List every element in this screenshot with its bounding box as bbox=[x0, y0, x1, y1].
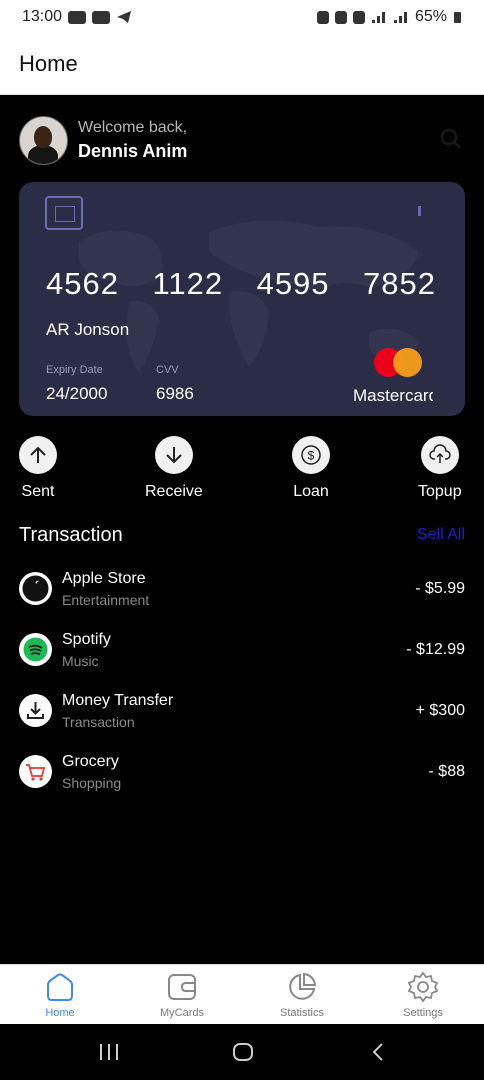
transaction-amount: - $5.99 bbox=[415, 580, 465, 597]
nav-label: Settings bbox=[403, 1007, 443, 1019]
cvv-value: 6986 bbox=[156, 384, 194, 403]
card-network-name: Mastercard bbox=[353, 386, 433, 405]
card-number-group: 7852 bbox=[363, 266, 436, 301]
bottom-navigation: Home MyCards Statistics Settings bbox=[0, 964, 484, 1025]
gear-icon bbox=[407, 971, 439, 1003]
shopping-cart-icon bbox=[19, 755, 52, 788]
home-button-icon[interactable] bbox=[232, 1042, 254, 1062]
transaction-item[interactable]: Money Transfer Transaction + $300 bbox=[0, 690, 484, 751]
quick-actions: Sent Receive $ Loan Topup bbox=[0, 436, 484, 506]
telegram-notification-icon bbox=[117, 11, 132, 23]
nav-label: MyCards bbox=[159, 1007, 204, 1019]
mastercard-logo-icon bbox=[374, 348, 424, 378]
transaction-title: Money Transfer bbox=[62, 692, 174, 709]
cvv-label: CVV bbox=[156, 364, 179, 376]
topup-button[interactable]: Topup bbox=[418, 436, 462, 501]
action-label: Loan bbox=[293, 483, 329, 500]
spotify-icon bbox=[19, 633, 52, 666]
dollar-coin-icon: $ bbox=[301, 445, 321, 465]
battery-percent: 65% bbox=[414, 8, 447, 25]
transaction-title: Spotify bbox=[62, 631, 111, 648]
nav-mycards[interactable]: MyCards bbox=[137, 971, 227, 1019]
card-number-group: 1122 bbox=[152, 266, 224, 301]
signal-icon bbox=[371, 12, 385, 23]
card-number-group: 4562 bbox=[46, 266, 119, 301]
transaction-category: Shopping bbox=[62, 775, 122, 791]
transaction-amount: - $12.99 bbox=[406, 641, 465, 658]
nav-label: Statistics bbox=[279, 1007, 324, 1019]
transaction-title: Grocery bbox=[62, 753, 119, 770]
see-all-link[interactable]: Sell All bbox=[417, 526, 465, 544]
transaction-item[interactable]: Apple Store Entertainment - $5.99 bbox=[0, 568, 484, 629]
hotspot-icon bbox=[352, 10, 365, 24]
recent-apps-icon[interactable] bbox=[98, 1042, 120, 1062]
arrow-up-icon bbox=[30, 446, 46, 463]
user-name: Dennis Anim bbox=[78, 141, 188, 161]
cloud-upload-icon bbox=[429, 444, 451, 463]
status-time: 13:00 bbox=[22, 8, 63, 25]
card-holder-name: AR Jonson bbox=[46, 320, 130, 339]
app-bar: Home bbox=[0, 34, 484, 95]
status-bar: 13:00 65% bbox=[0, 0, 484, 34]
arrow-down-icon bbox=[166, 447, 182, 464]
card-chip-icon bbox=[45, 196, 83, 230]
battery-icon bbox=[454, 12, 461, 23]
transaction-amount: - $88 bbox=[428, 763, 465, 780]
transaction-title: Apple Store bbox=[62, 570, 146, 587]
avatar[interactable] bbox=[19, 116, 68, 165]
apple-icon bbox=[19, 572, 52, 605]
loan-button[interactable]: $ Loan bbox=[292, 436, 330, 501]
transaction-item[interactable]: Spotify Music - $12.99 bbox=[0, 629, 484, 690]
card-number: 4562 1122 4595 7852 bbox=[46, 266, 436, 302]
action-label: Receive bbox=[145, 483, 203, 500]
system-navigation-bar bbox=[0, 1024, 484, 1080]
youtube-notification-icon bbox=[68, 10, 87, 24]
card-number-group: 4595 bbox=[256, 266, 330, 301]
nav-settings[interactable]: Settings bbox=[378, 971, 468, 1019]
expiry-label: Expiry Date bbox=[46, 364, 103, 376]
home-content: Welcome back, Dennis Anim 4562 1122 4595… bbox=[0, 96, 484, 964]
transactions-title: Transaction bbox=[19, 524, 123, 546]
expiry-value: 24/2000 bbox=[46, 384, 108, 403]
profile-header: Welcome back, Dennis Anim bbox=[19, 116, 187, 165]
nav-label: Home bbox=[45, 1007, 75, 1019]
nav-statistics[interactable]: Statistics bbox=[257, 971, 347, 1019]
greeting-text: Welcome back, bbox=[78, 119, 188, 136]
download-icon bbox=[19, 694, 52, 727]
action-label: Sent bbox=[21, 483, 55, 500]
signal-icon bbox=[393, 12, 407, 23]
search-icon[interactable] bbox=[440, 128, 462, 150]
receive-button[interactable]: Receive bbox=[145, 436, 203, 501]
transaction-category: Entertainment bbox=[62, 592, 150, 608]
bank-card[interactable]: 4562 1122 4595 7852 AR Jonson Expiry Dat… bbox=[19, 182, 465, 416]
card-menu-icon[interactable] bbox=[418, 206, 421, 216]
transaction-list: Apple Store Entertainment - $5.99 Spotif… bbox=[0, 568, 484, 812]
transaction-item[interactable]: Grocery Shopping - $88 bbox=[0, 751, 484, 812]
pie-chart-icon bbox=[289, 972, 317, 1000]
action-label: Topup bbox=[418, 483, 462, 500]
sent-button[interactable]: Sent bbox=[19, 436, 57, 501]
page-title: Home bbox=[19, 51, 78, 76]
nfc-icon bbox=[316, 10, 329, 24]
youtube-notification-icon bbox=[92, 10, 111, 24]
back-icon[interactable] bbox=[370, 1042, 386, 1062]
transaction-amount: + $300 bbox=[415, 702, 465, 719]
nav-home[interactable]: Home bbox=[15, 971, 105, 1019]
mute-icon bbox=[334, 10, 347, 24]
transaction-category: Transaction bbox=[62, 714, 135, 730]
svg-text:$: $ bbox=[308, 449, 315, 463]
wallet-icon bbox=[168, 974, 196, 1000]
home-icon bbox=[47, 973, 73, 1001]
transaction-category: Music bbox=[62, 653, 99, 669]
